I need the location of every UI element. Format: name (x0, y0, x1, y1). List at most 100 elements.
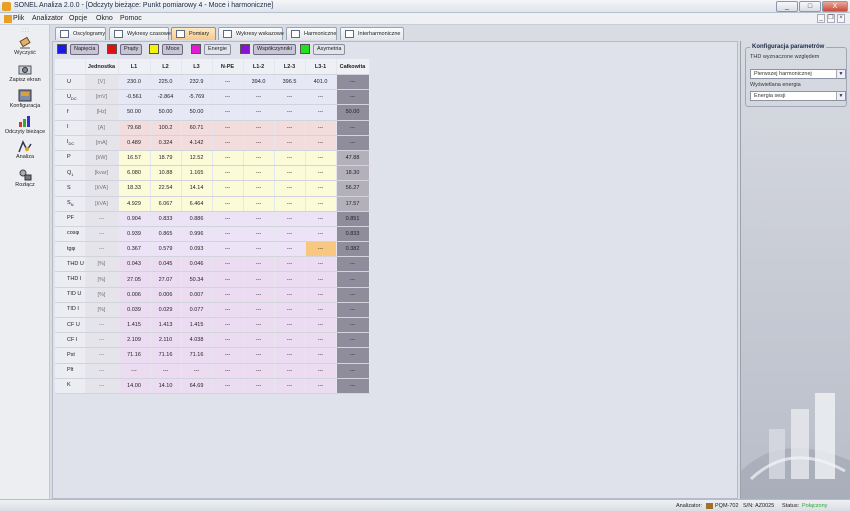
bar-chart-icon (19, 116, 30, 127)
table-cell: --- (274, 89, 306, 106)
table-cell: 71.16 (150, 347, 182, 364)
table-cell: --- (243, 150, 275, 167)
table-cell: --- (212, 211, 244, 227)
parameter-subscript: 1 (71, 171, 74, 177)
legend-asymmetry-label: Asymetria (313, 44, 346, 55)
table-row: P [kW] 16.57 18.79 12.52 --- --- --- --- 47.88 (55, 150, 370, 167)
table-cell: --- (243, 256, 275, 273)
table-cell: 0.833 (336, 226, 370, 243)
tab-wykresy-wskazowe[interactable]: Wykresy wskazowe (218, 27, 284, 40)
table-cell: 0.489 (118, 135, 151, 151)
parameter-name: f (67, 108, 69, 115)
menu-app-icon (4, 15, 12, 23)
table-cell: 14.10 (150, 378, 182, 394)
table-cell: --- (212, 347, 244, 364)
table-cell: 0.324 (150, 135, 182, 151)
tab-interharmoniczne[interactable]: Interharmoniczne (340, 27, 404, 40)
mdi-restore-button[interactable]: ❐ (827, 14, 835, 23)
table-cell: --- (118, 363, 151, 379)
close-button[interactable]: X (822, 1, 848, 12)
parameter-name: tgφ (67, 245, 76, 252)
row-parameter: SN (55, 196, 86, 212)
energy-label: Wyświetlana energia (750, 82, 801, 88)
legend-factors-label: Współczynniki (253, 44, 296, 55)
decorative-bars-graphic (741, 393, 850, 499)
table-row: THD U [%] 0.043 0.045 0.046 --- --- --- --- --- (55, 256, 370, 273)
sidebar-item-odczyty-biezace[interactable]: Odczyty bieżące (0, 115, 50, 140)
sidebar-item-wyczysc[interactable]: Wyczyść (0, 36, 50, 61)
table-cell: --- (274, 287, 306, 303)
parameter-name: PF (67, 215, 75, 222)
table-cell: 0.077 (181, 302, 213, 319)
table-row: TID I [%] 0.039 0.029 0.077 --- --- --- --- --- (55, 302, 370, 319)
legend-energy-label: Energie (204, 44, 231, 55)
table-cell: --- (274, 226, 306, 243)
table-cell: 22.54 (150, 180, 182, 197)
table-cell: --- (305, 120, 337, 136)
row-unit: [%] (85, 287, 119, 303)
table-cell: --- (150, 363, 182, 379)
minimize-button[interactable]: _ (776, 1, 798, 12)
column-header: L1-2 (243, 59, 275, 75)
table-cell: --- (212, 150, 244, 167)
tab-harmoniczne[interactable]: Harmoniczne (286, 27, 337, 40)
table-row: CF U --- 1.415 1.413 1.415 --- --- --- --- --- (55, 317, 370, 334)
table-cell: --- (243, 302, 275, 319)
sidebar-item-zapisz-ekran[interactable]: Zapisz ekran (0, 63, 50, 88)
mdi-minimize-button[interactable]: _ (817, 14, 825, 23)
table-cell: --- (305, 104, 337, 121)
table-row: Pst --- 71.16 71.16 71.16 --- --- --- --- --- (55, 347, 370, 364)
thd-reference-select[interactable]: Pierwszej harmonicznej ▼ (750, 69, 846, 79)
parameter-name: CF I (67, 336, 78, 343)
thd-reference-value: Pierwszej harmonicznej (754, 71, 812, 77)
table-cell: --- (243, 378, 275, 394)
table-cell: --- (274, 135, 306, 151)
table-cell: --- (274, 347, 306, 364)
table-cell: --- (274, 120, 306, 136)
thd-label: THD wyznaczone względem (750, 54, 820, 60)
table-cell: --- (336, 256, 370, 273)
table-cell: --- (274, 150, 306, 167)
menu-okno[interactable]: Okno (96, 15, 113, 22)
menu-opcje[interactable]: Opcje (69, 15, 87, 22)
sidebar-item-konfiguracja[interactable]: Konfiguracja (0, 89, 50, 114)
sidebar: ::: Wyczyść Zapisz ekran Konfiguracja Od… (0, 25, 50, 499)
mdi-close-button[interactable]: × (837, 14, 845, 23)
table-row: IDC [mA] 0.489 0.324 4.142 --- --- --- --- --- (55, 135, 370, 151)
table-cell: 2.109 (118, 332, 151, 349)
menu-plik[interactable]: Plik (13, 15, 24, 22)
energy-select[interactable]: Energia sesji ▼ (750, 91, 846, 101)
column-header: L2 (150, 59, 182, 75)
tab-pomiary[interactable]: Pomiary (171, 27, 216, 40)
parameter-name: S (67, 184, 71, 191)
row-parameter: Plt (55, 363, 86, 379)
table-cell: 27.07 (150, 271, 182, 288)
table-cell: 64.69 (181, 378, 213, 394)
table-row: f [Hz] 50.00 50.00 50.00 --- --- --- --- 50.00 (55, 104, 370, 121)
menu-pomoc[interactable]: Pomoc (120, 15, 142, 22)
menu-analizator[interactable]: Analizator (32, 15, 63, 22)
tab-oscylogramy[interactable]: Oscylogramy (55, 27, 106, 40)
table-cell: 0.996 (181, 226, 213, 243)
row-unit: [kVA] (85, 180, 119, 197)
table-cell: --- (212, 317, 244, 334)
table-cell: --- (305, 287, 337, 303)
tab-label: Wykresy wskazowe (236, 31, 284, 37)
table-cell: 394.0 (243, 74, 275, 91)
row-parameter: Q1 (55, 165, 86, 182)
maximize-button[interactable]: □ (799, 1, 821, 12)
table-cell: 14.14 (181, 180, 213, 197)
sidebar-item-rozlacz[interactable]: Rozłącz (0, 168, 50, 193)
sidebar-item-analiza[interactable]: Analiza (0, 140, 50, 165)
table-cell: 4.038 (181, 332, 213, 349)
tab-wykresy-czasowe[interactable]: Wykresy czasowe (109, 27, 171, 40)
table-cell: --- (243, 317, 275, 334)
sidebar-label-rozlacz: Rozłącz (15, 182, 35, 188)
row-unit: --- (85, 378, 119, 394)
table-cell: 27.05 (118, 271, 151, 288)
table-cell: --- (274, 104, 306, 121)
analyzer-icon (706, 503, 713, 509)
sidebar-label-odczyty-biezace: Odczyty bieżące (4, 129, 46, 135)
table-cell: --- (274, 241, 306, 258)
table-row: THD I [%] 27.05 27.07 50.34 --- --- --- --- --- (55, 271, 370, 288)
